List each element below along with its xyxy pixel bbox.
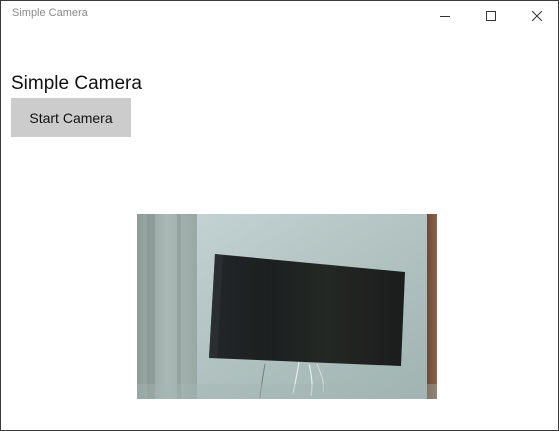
app-window: Simple Camera Simple Camera Start Camera xyxy=(0,0,559,431)
minimize-icon xyxy=(440,15,450,17)
close-icon xyxy=(532,10,542,21)
maximize-button[interactable] xyxy=(468,1,514,30)
window-title: Simple Camera xyxy=(12,7,88,19)
camera-preview xyxy=(137,214,437,399)
page-title: Simple Camera xyxy=(11,73,142,94)
title-bar[interactable]: Simple Camera xyxy=(1,1,558,30)
close-button[interactable] xyxy=(514,1,558,30)
start-camera-button[interactable]: Start Camera xyxy=(11,98,131,137)
camera-frame-image xyxy=(137,214,437,399)
maximize-icon xyxy=(486,10,496,21)
minimize-button[interactable] xyxy=(422,1,468,30)
